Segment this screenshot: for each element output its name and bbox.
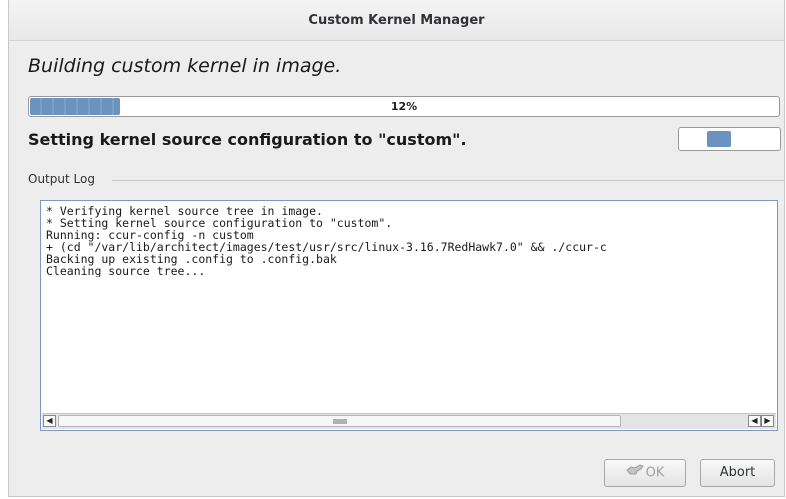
- scroll-left-button[interactable]: ◀: [43, 415, 56, 427]
- scroll-right-button[interactable]: ▶: [761, 415, 774, 427]
- arrow-left-icon: ◀: [46, 416, 53, 425]
- output-log-divider: [112, 180, 784, 181]
- abort-button-label: Abort: [719, 465, 756, 480]
- output-log-textview[interactable]: * Verifying kernel source tree in image.…: [40, 200, 778, 431]
- ok-hand-icon: [625, 460, 644, 486]
- horizontal-scrollbar[interactable]: ◀ ◀ ▶: [42, 413, 776, 429]
- ok-button-label: OK: [645, 465, 665, 481]
- build-progress-bar: 12%: [28, 96, 780, 117]
- arrow-right-icon: ▶: [764, 416, 771, 425]
- arrow-left-icon: ◀: [751, 416, 758, 425]
- page-heading: Building custom kernel in image.: [28, 55, 342, 77]
- scrollbar-thumb[interactable]: [58, 415, 621, 427]
- abort-button[interactable]: Abort: [700, 459, 775, 487]
- output-log-content[interactable]: * Verifying kernel source tree in image.…: [46, 205, 774, 277]
- window-title: Custom Kernel Manager: [308, 13, 485, 28]
- grip-icon: [333, 419, 347, 424]
- custom-kernel-manager-window: Custom Kernel Manager Building custom ke…: [8, 0, 785, 497]
- window-titlebar[interactable]: Custom Kernel Manager: [9, 0, 784, 41]
- scroll-left-button-end[interactable]: ◀: [748, 415, 761, 427]
- status-message: Setting kernel source configuration to "…: [28, 130, 467, 149]
- activity-pulse-block: [707, 131, 731, 147]
- activity-indicator: [678, 127, 781, 151]
- progress-percent-label: 12%: [390, 100, 418, 113]
- output-log-label: Output Log: [28, 172, 98, 186]
- ok-button[interactable]: OK: [604, 459, 686, 487]
